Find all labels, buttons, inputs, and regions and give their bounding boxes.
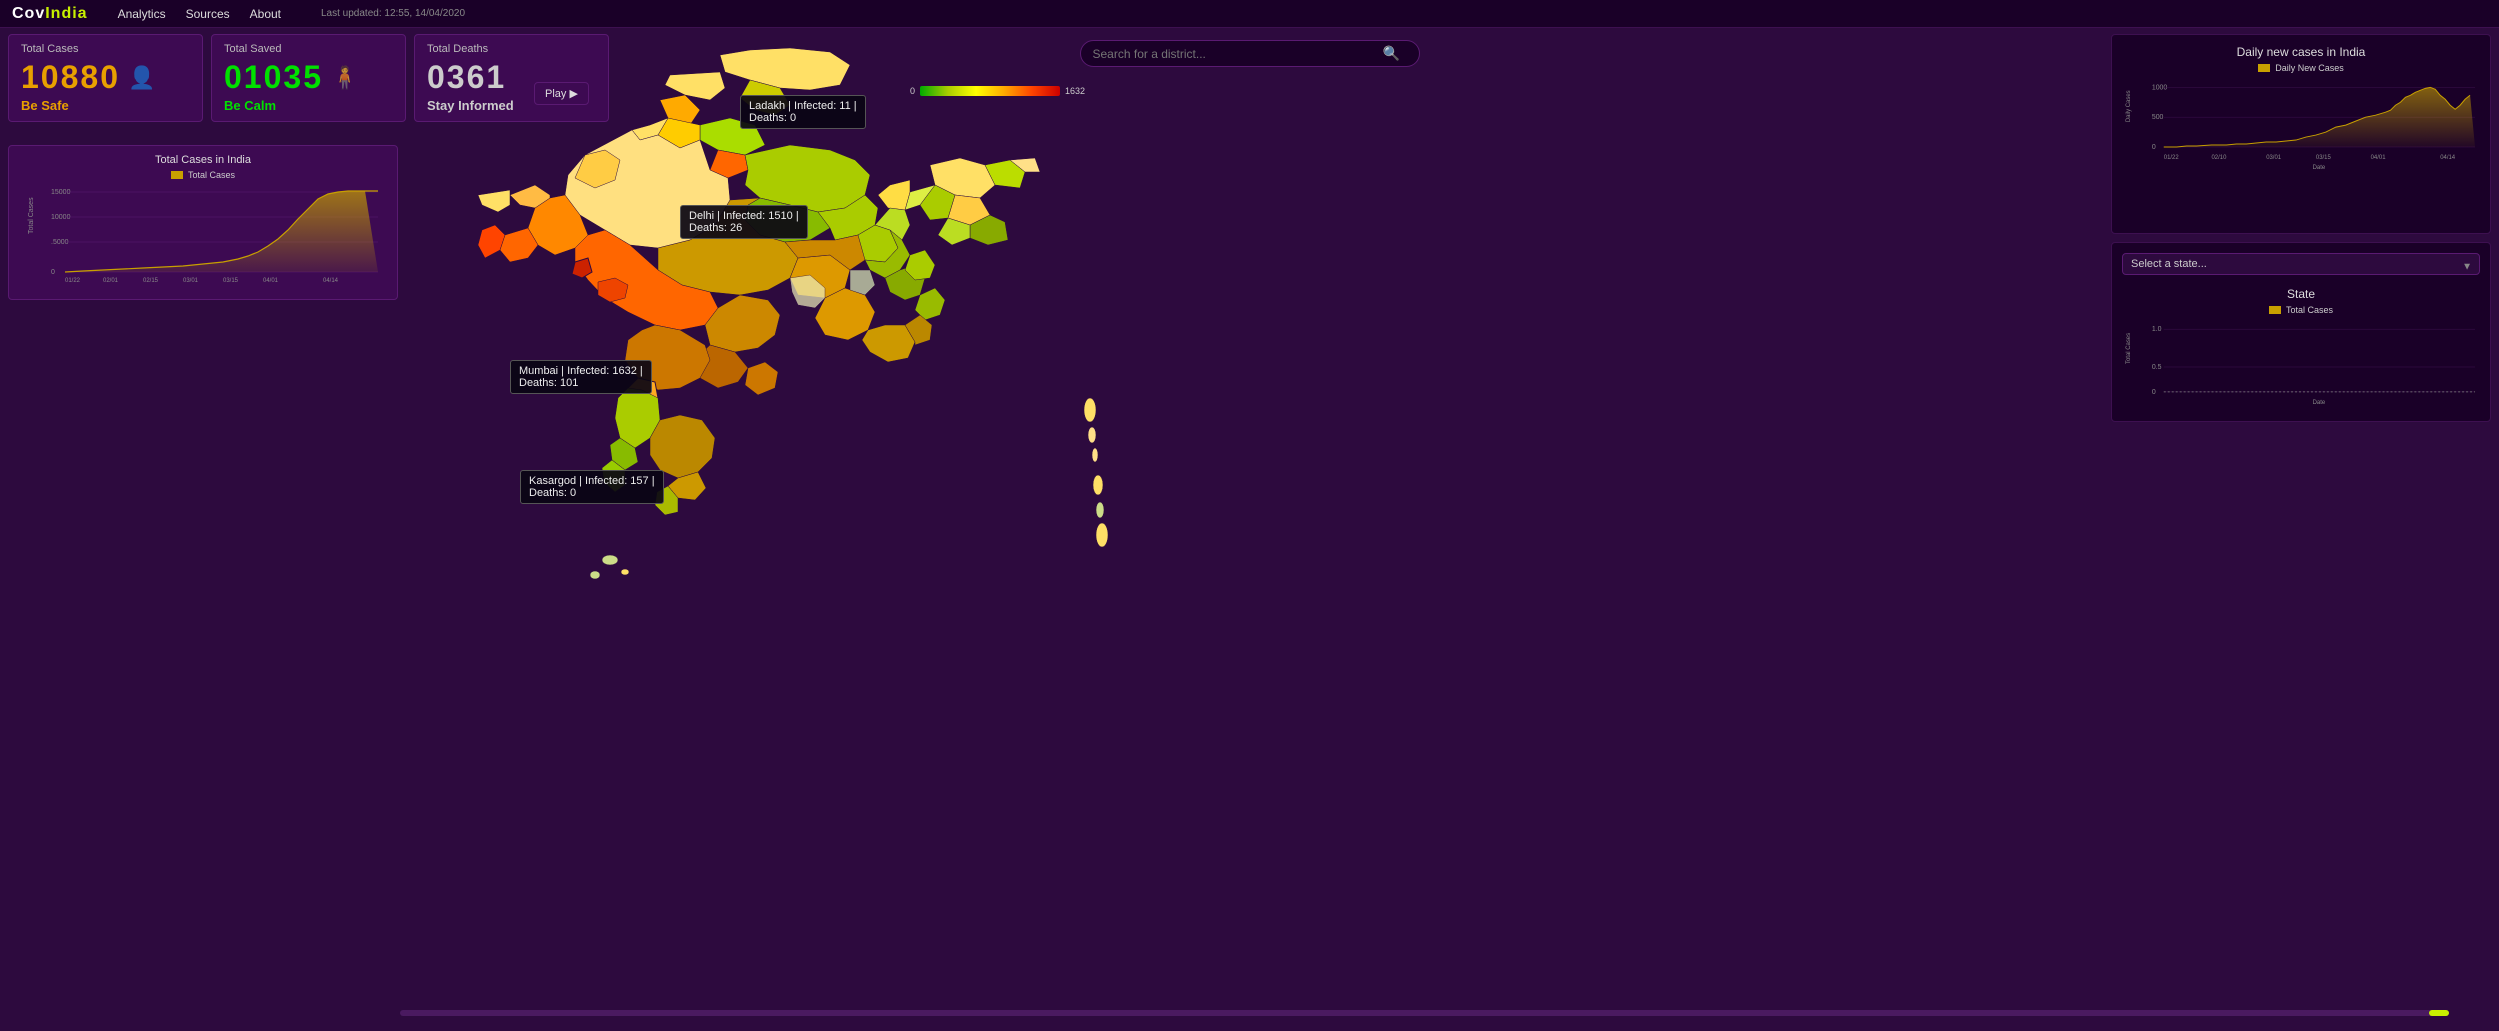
svg-text:Total Cases: Total Cases: [28, 197, 35, 234]
nav-analytics[interactable]: Analytics: [118, 7, 166, 21]
brand-suffix: India: [45, 5, 87, 22]
cases-legend-label: Total Cases: [188, 170, 235, 180]
svg-text:03/01: 03/01: [2266, 155, 2282, 161]
scrollbar-thumb[interactable]: [2429, 1010, 2449, 1016]
nav-sources[interactable]: Sources: [186, 7, 230, 21]
total-cases-value-row: 10880 👤: [21, 59, 190, 96]
svg-text:0: 0: [2152, 144, 2156, 151]
state-select-wrapper[interactable]: Select a state... Maharashtra Delhi Tami…: [2122, 253, 2480, 281]
daily-chart-title: Daily new cases in India: [2122, 45, 2480, 59]
svg-text:03/15: 03/15: [2316, 155, 2332, 161]
state-legend-label: Total Cases: [2286, 305, 2333, 315]
cases-chart-legend: Total Cases: [17, 170, 389, 180]
state-legend-box: [2269, 306, 2281, 314]
cases-chart-area: 15000 10000 .5000 0 01/22 02/01 02/15 03…: [17, 184, 389, 284]
saved-slogan: Be Calm: [224, 98, 393, 113]
state-chart-legend: Total Cases: [2122, 305, 2480, 315]
svg-text:04/14: 04/14: [323, 278, 339, 284]
daily-legend-box: [2258, 64, 2270, 72]
daily-chart-panel: Daily new cases in India Daily New Cases…: [2111, 34, 2491, 234]
svg-text:1000: 1000: [2152, 84, 2168, 91]
daily-cases-chart-svg: 1000 500 0 01/22 02/10 03/01 03/15 04/01…: [2122, 77, 2480, 217]
svg-text:.5000: .5000: [51, 239, 69, 246]
svg-text:02/01: 02/01: [103, 278, 119, 284]
cases-legend-box: [171, 171, 183, 179]
svg-text:0.5: 0.5: [2152, 364, 2162, 371]
svg-text:500: 500: [2152, 114, 2164, 121]
svg-text:01/22: 01/22: [65, 278, 81, 284]
svg-text:02/15: 02/15: [143, 278, 159, 284]
total-saved-value: 01035: [224, 59, 323, 96]
svg-text:Date: Date: [2313, 400, 2326, 406]
svg-text:0: 0: [51, 269, 55, 276]
nav-links: Analytics Sources About: [118, 7, 281, 21]
svg-text:04/14: 04/14: [2440, 155, 2456, 161]
svg-text:0: 0: [2152, 389, 2156, 396]
brand-prefix: Cov: [12, 5, 45, 22]
cases-slogan: Be Safe: [21, 98, 190, 113]
total-cases-value: 10880: [21, 59, 120, 96]
svg-text:01/22: 01/22: [2164, 155, 2180, 161]
brand-logo: CovIndia: [12, 5, 88, 23]
saved-icon: 🧍: [331, 65, 358, 91]
svg-text:15000: 15000: [51, 189, 71, 196]
search-icon: 🔍: [1383, 45, 1400, 62]
svg-text:02/10: 02/10: [2212, 155, 2228, 161]
svg-text:03/15: 03/15: [223, 278, 239, 284]
right-panel: Daily new cases in India Daily New Cases…: [2111, 34, 2491, 422]
india-map-svg[interactable]: [410, 30, 1180, 730]
total-cases-card: Total Cases 10880 👤 Be Safe: [8, 34, 203, 122]
state-chart-title: State: [2122, 287, 2480, 301]
svg-text:04/01: 04/01: [263, 278, 279, 284]
total-saved-card: Total Saved 01035 🧍 Be Calm: [211, 34, 406, 122]
cases-chart-panel: Total Cases in India Total Cases 15000 1…: [8, 145, 398, 300]
cases-icon: 👤: [128, 65, 155, 91]
svg-text:03/01: 03/01: [183, 278, 199, 284]
last-updated: Last updated: 12:55, 14/04/2020: [321, 8, 465, 19]
svg-text:10000: 10000: [51, 214, 71, 221]
svg-text:Daily Cases: Daily Cases: [2126, 90, 2132, 122]
svg-text:Total Cases: Total Cases: [2126, 333, 2132, 364]
state-chart-panel: Select a state... Maharashtra Delhi Tami…: [2111, 242, 2491, 422]
daily-legend-label: Daily New Cases: [2275, 63, 2344, 73]
daily-legend: Daily New Cases: [2122, 63, 2480, 73]
total-saved-value-row: 01035 🧍: [224, 59, 393, 96]
navbar: CovIndia Analytics Sources About Last up…: [0, 0, 2499, 28]
state-select[interactable]: Select a state... Maharashtra Delhi Tami…: [2122, 253, 2480, 275]
svg-text:04/01: 04/01: [2371, 155, 2387, 161]
cases-chart-title: Total Cases in India: [17, 154, 389, 166]
cases-chart-svg: 15000 10000 .5000 0 01/22 02/01 02/15 03…: [17, 184, 389, 284]
state-chart-svg: 1.0 0.5 0 Date Total Cases: [2122, 319, 2480, 409]
bottom-scrollbar[interactable]: [400, 1010, 2449, 1016]
nav-about[interactable]: About: [250, 7, 281, 21]
total-cases-title: Total Cases: [21, 43, 190, 55]
total-saved-title: Total Saved: [224, 43, 393, 55]
svg-text:1.0: 1.0: [2152, 326, 2162, 333]
svg-text:Date: Date: [2313, 165, 2326, 171]
map-container[interactable]: Ladakh | Infected: 11 | Deaths: 0 Delhi …: [410, 30, 1180, 730]
